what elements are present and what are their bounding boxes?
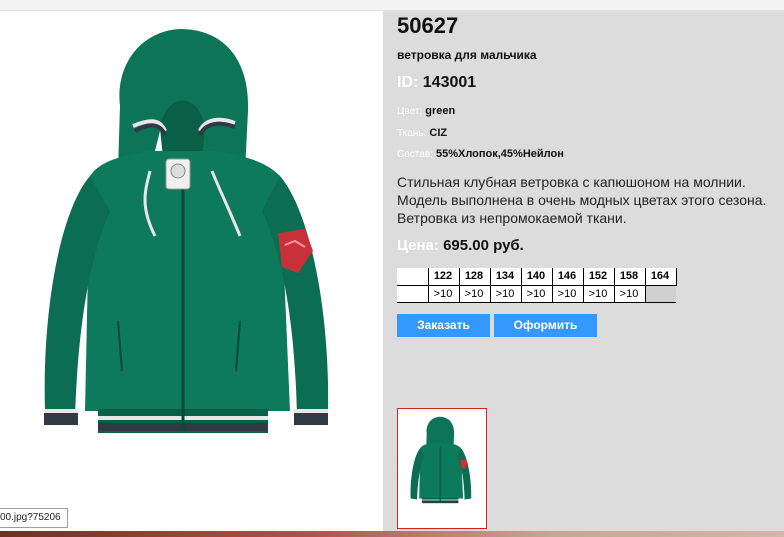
composition-value: 55%Хлопок,45%Нейлон (435, 148, 564, 160)
product-article: 50627 (397, 13, 459, 38)
browser-top-strip (0, 0, 784, 11)
color-label: Цвет: (397, 106, 423, 117)
stock-cell: >10 (552, 285, 584, 303)
price-label: Цена: (397, 237, 439, 254)
stock-cell (645, 285, 676, 303)
product-description: Стильная клубная ветровка с капюшоном на… (397, 174, 767, 226)
price-value: 695.00 руб. (443, 237, 524, 254)
product-name: ветровка для мальчика (397, 48, 537, 62)
size-cell[interactable]: 164 (645, 268, 677, 286)
composition-label: Состав: (397, 149, 433, 160)
product-id: ID: 143001 (397, 74, 476, 92)
stock-cell: >10 (459, 285, 491, 303)
size-cell[interactable]: 146 (552, 268, 584, 286)
jacket-photo (44, 29, 329, 433)
size-table: 122 128 134 140 146 152 158 164 >10 >10 … (397, 268, 677, 303)
size-header-row: 122 128 134 140 146 152 158 164 (397, 268, 677, 286)
id-value: 143001 (422, 74, 477, 91)
product-price: Цена: 695.00 руб. (397, 237, 524, 254)
stock-row: >10 >10 >10 >10 >10 >10 >10 (397, 285, 676, 303)
order-button[interactable]: Заказать (397, 314, 490, 337)
fabric-value: CIZ (429, 127, 448, 139)
stock-cell: >10 (490, 285, 522, 303)
size-corner-cell (397, 268, 429, 286)
stock-cell: >10 (428, 285, 460, 303)
product-info-panel: 50627 ветровка для мальчика ID: 143001 Ц… (383, 11, 784, 531)
size-cell[interactable]: 158 (614, 268, 646, 286)
size-cell[interactable]: 128 (459, 268, 491, 286)
size-cell[interactable]: 134 (490, 268, 522, 286)
stock-cell: >10 (521, 285, 553, 303)
product-thumbnail[interactable] (397, 408, 487, 529)
product-color: Цвет: green (397, 105, 455, 117)
color-value: green (425, 105, 456, 117)
product-photo[interactable] (0, 11, 383, 531)
size-cell[interactable]: 152 (583, 268, 615, 286)
fabric-label: Ткань: (397, 128, 427, 139)
size-cell[interactable]: 122 (428, 268, 460, 286)
checkout-button[interactable]: Оформить (494, 314, 597, 337)
status-tooltip: 00.jpg?75206 (0, 508, 68, 528)
product-fabric: Ткань: CIZ (397, 127, 447, 139)
id-label: ID: (397, 74, 419, 91)
size-cell[interactable]: 140 (521, 268, 553, 286)
jacket-thumbnail-icon (410, 416, 472, 504)
page-bottom-strip (0, 531, 784, 537)
product-composition: Состав: 55%Хлопок,45%Нейлон (397, 148, 564, 160)
stock-cell: >10 (583, 285, 615, 303)
stock-cell: >10 (614, 285, 646, 303)
stock-corner-cell (397, 285, 429, 303)
